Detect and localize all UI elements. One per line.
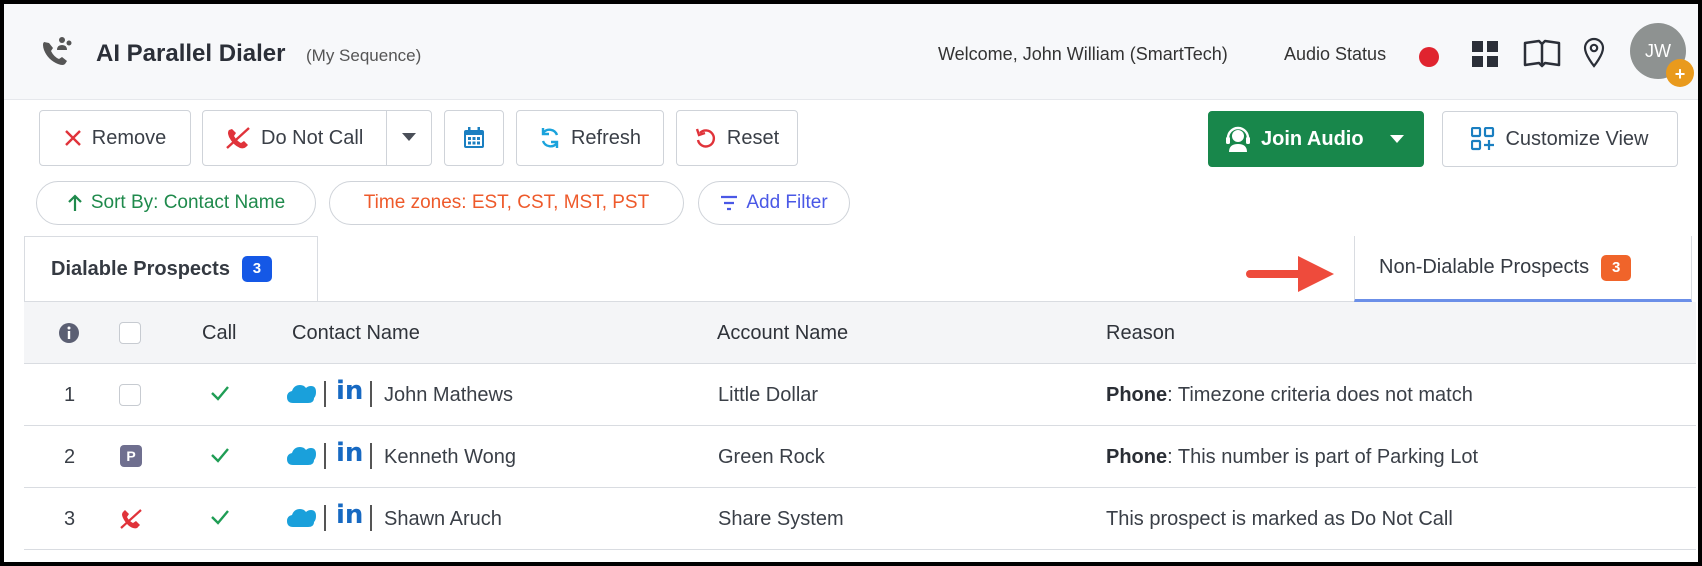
salesforce-icon[interactable] bbox=[286, 383, 316, 405]
tab-dialable-prospects[interactable]: Dialable Prospects 3 bbox=[24, 236, 318, 302]
do-not-call-icon bbox=[120, 509, 142, 529]
app-frame: AI Parallel Dialer (My Sequence) Welcome… bbox=[4, 4, 1698, 562]
account-name: Green Rock bbox=[718, 446, 825, 468]
table-row: 2 P in Kenneth Wong Green Rock Phone: Th… bbox=[24, 426, 1696, 488]
linkedin-icon[interactable]: in bbox=[336, 438, 363, 468]
audio-status-label: Audio Status bbox=[1284, 44, 1387, 64]
row-number: 3 bbox=[64, 508, 76, 530]
arrow-up-icon bbox=[68, 194, 82, 211]
welcome-text: Welcome, John William (SmartTech) bbox=[938, 44, 1228, 65]
chevron-down-icon[interactable] bbox=[401, 131, 417, 143]
refresh-label: Refresh bbox=[570, 126, 642, 149]
app-title: AI Parallel Dialer bbox=[96, 40, 286, 67]
welcome-org: (SmartTech) bbox=[1129, 44, 1228, 64]
remove-button-label: Remove bbox=[91, 126, 167, 149]
add-filter-label: Add Filter bbox=[746, 192, 828, 213]
count-badge: 3 bbox=[1601, 254, 1632, 281]
reason-prefix: Phone bbox=[1106, 446, 1168, 468]
contact-name[interactable]: Kenneth Wong bbox=[384, 446, 516, 469]
customize-view-label: Customize View bbox=[1505, 127, 1649, 150]
reset-label: Reset bbox=[726, 126, 780, 149]
parking-lot-icon: P bbox=[120, 445, 142, 467]
salesforce-icon[interactable] bbox=[286, 445, 316, 467]
refresh-button[interactable]: Refresh bbox=[516, 110, 664, 166]
checkmark-icon bbox=[211, 448, 229, 463]
reason-prefix: Phone bbox=[1106, 384, 1168, 406]
filter-icon bbox=[721, 195, 738, 211]
customize-grid-icon bbox=[1471, 127, 1495, 151]
table-row: 3 in Shawn Aruch Share System This prosp… bbox=[24, 488, 1696, 550]
contact-name[interactable]: Shawn Aruch bbox=[384, 508, 502, 531]
do-not-call-label: Do Not Call bbox=[261, 126, 364, 149]
reason-text: This prospect is marked as Do Not Call bbox=[1106, 508, 1453, 530]
select-all-checkbox[interactable] bbox=[119, 322, 141, 344]
checkmark-icon bbox=[211, 510, 229, 525]
separator bbox=[324, 505, 326, 531]
col-call: Call bbox=[202, 322, 237, 344]
row-number: 1 bbox=[64, 384, 76, 406]
welcome-user: Welcome, John William bbox=[938, 44, 1125, 64]
separator bbox=[370, 505, 372, 531]
account-name: Little Dollar bbox=[718, 384, 819, 406]
headset-icon bbox=[1226, 126, 1250, 152]
avatar-add-badge[interactable]: + bbox=[1666, 59, 1694, 87]
prospects-table: Call Contact Name Account Name Reason 1 … bbox=[24, 302, 1696, 550]
reset-icon bbox=[695, 128, 715, 148]
do-not-call-icon bbox=[226, 127, 250, 149]
linkedin-icon[interactable]: in bbox=[336, 500, 363, 530]
parallel-dialer-icon bbox=[43, 37, 72, 65]
calendar-button[interactable] bbox=[444, 110, 504, 166]
book-icon[interactable] bbox=[1523, 39, 1561, 69]
location-pin-icon[interactable] bbox=[1582, 37, 1606, 69]
tab-label: Dialable Prospects bbox=[51, 257, 230, 280]
separator bbox=[324, 443, 326, 469]
col-account-name[interactable]: Account Name bbox=[717, 322, 848, 345]
separator bbox=[324, 381, 326, 407]
do-not-call-button[interactable]: Do Not Call bbox=[202, 110, 432, 166]
reason-detail: : This number is part of Parking Lot bbox=[1167, 446, 1479, 468]
reason-text: Phone: Timezone criteria does not match bbox=[1106, 384, 1473, 407]
remove-button[interactable]: Remove bbox=[39, 110, 191, 166]
app-header: AI Parallel Dialer (My Sequence) Welcome… bbox=[4, 4, 1698, 100]
annotation-arrow-icon bbox=[1246, 256, 1334, 292]
col-reason: Reason bbox=[1106, 322, 1175, 344]
audio-status-indicator bbox=[1419, 47, 1439, 67]
apps-grid-icon[interactable] bbox=[1472, 41, 1498, 67]
sort-chip[interactable]: Sort By: Contact Name bbox=[36, 181, 316, 225]
info-icon[interactable] bbox=[58, 322, 80, 344]
split-divider bbox=[386, 111, 387, 165]
row-checkbox[interactable] bbox=[119, 384, 141, 406]
close-icon bbox=[64, 130, 81, 146]
checkmark-icon bbox=[211, 386, 229, 401]
salesforce-icon[interactable] bbox=[286, 507, 316, 529]
refresh-icon bbox=[541, 128, 559, 148]
timezone-label: Time zones: EST, CST, MST, PST bbox=[363, 192, 650, 213]
join-audio-label: Join Audio bbox=[1261, 127, 1364, 150]
tab-label: Non-Dialable Prospects bbox=[1379, 256, 1590, 278]
separator bbox=[370, 381, 372, 407]
account-name: Share System bbox=[718, 508, 844, 530]
calendar-icon bbox=[464, 127, 484, 148]
separator bbox=[370, 443, 372, 469]
reset-button[interactable]: Reset bbox=[676, 110, 798, 166]
timezone-chip[interactable]: Time zones: EST, CST, MST, PST bbox=[329, 181, 684, 225]
table-header: Call Contact Name Account Name Reason bbox=[24, 302, 1696, 364]
reason-detail: : Timezone criteria does not match bbox=[1167, 384, 1473, 406]
customize-view-button[interactable]: Customize View bbox=[1442, 111, 1678, 167]
app-subtitle: (My Sequence) bbox=[306, 46, 422, 65]
sort-label: Sort By: Contact Name bbox=[90, 192, 286, 213]
linkedin-icon[interactable]: in bbox=[336, 376, 363, 406]
chevron-down-icon[interactable] bbox=[1389, 133, 1405, 145]
count-badge: 3 bbox=[241, 256, 272, 282]
add-filter-chip[interactable]: Add Filter bbox=[698, 181, 850, 225]
join-audio-button[interactable]: Join Audio bbox=[1208, 111, 1424, 167]
row-number: 2 bbox=[64, 446, 76, 468]
table-row: 1 in John Mathews Little Dollar Phone: T… bbox=[24, 364, 1696, 426]
contact-name[interactable]: John Mathews bbox=[384, 384, 513, 407]
reason-text: Phone: This number is part of Parking Lo… bbox=[1106, 446, 1478, 469]
tab-non-dialable-prospects[interactable]: Non-Dialable Prospects 3 bbox=[1354, 236, 1692, 302]
col-contact-name[interactable]: Contact Name bbox=[292, 322, 420, 345]
prospect-tabs: Dialable Prospects 3 Non-Dialable Prospe… bbox=[24, 236, 1696, 302]
